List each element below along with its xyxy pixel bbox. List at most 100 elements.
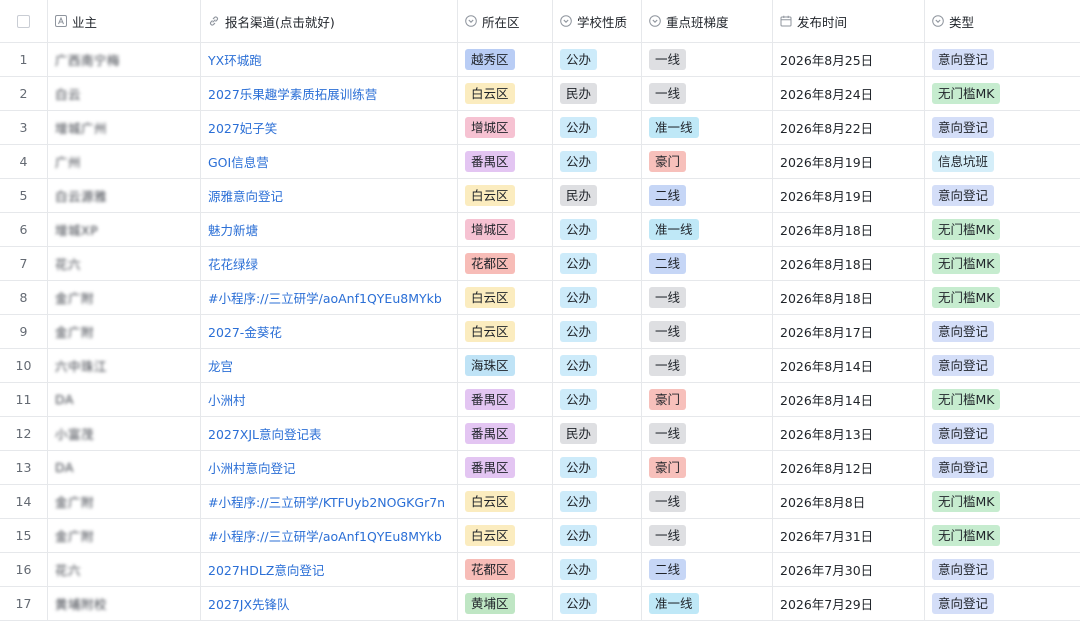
channel-cell[interactable]: 2027HDLZ意向登记 (201, 553, 458, 586)
nature-cell[interactable]: 公办 (553, 213, 642, 246)
table-row[interactable]: 3 增城广州 2027妃子笑 增城区 公办 准一线 2026年8月22日 意向登记 (0, 111, 1080, 145)
column-header-tier[interactable]: 重点班梯度 (642, 0, 773, 42)
channel-cell[interactable]: GOI信息营 (201, 145, 458, 178)
nature-cell[interactable]: 公办 (553, 451, 642, 484)
channel-cell[interactable]: 源雅意向登记 (201, 179, 458, 212)
table-row[interactable]: 6 增城XP 魅力新塘 增城区 公办 准一线 2026年8月18日 无门槛MK (0, 213, 1080, 247)
district-cell[interactable]: 增城区 (458, 111, 553, 144)
table-row[interactable]: 11 DA 小洲村 番禺区 公办 豪门 2026年8月14日 无门槛MK (0, 383, 1080, 417)
channel-cell[interactable]: 2027-金葵花 (201, 315, 458, 348)
column-header-nature[interactable]: 学校性质 (553, 0, 642, 42)
table-row[interactable]: 4 广州 GOI信息营 番禺区 公办 豪门 2026年8月19日 信息坑班 (0, 145, 1080, 179)
date-cell[interactable]: 2026年8月19日 (773, 145, 925, 178)
district-cell[interactable]: 越秀区 (458, 43, 553, 76)
channel-cell[interactable]: 小洲村 (201, 383, 458, 416)
row-index-cell[interactable]: 3 (0, 111, 48, 144)
channel-link[interactable]: #小程序://三立研学/KTFUyb2NOGKGr7n (208, 492, 445, 511)
owner-cell[interactable]: 金广附 (48, 519, 201, 552)
type-cell[interactable]: 意向登记 (925, 553, 1080, 586)
channel-cell[interactable]: 2027妃子笑 (201, 111, 458, 144)
nature-cell[interactable]: 公办 (553, 247, 642, 280)
owner-cell[interactable]: 小富茂 (48, 417, 201, 450)
type-cell[interactable]: 无门槛MK (925, 519, 1080, 552)
date-cell[interactable]: 2026年8月8日 (773, 485, 925, 518)
tier-cell[interactable]: 二线 (642, 179, 773, 212)
row-index-cell[interactable]: 12 (0, 417, 48, 450)
column-header-type[interactable]: 类型 (925, 0, 1080, 42)
tier-cell[interactable]: 一线 (642, 77, 773, 110)
date-cell[interactable]: 2026年8月24日 (773, 77, 925, 110)
date-cell[interactable]: 2026年8月18日 (773, 281, 925, 314)
channel-cell[interactable]: #小程序://三立研学/aoAnf1QYEu8MYkb (201, 519, 458, 552)
date-cell[interactable]: 2026年7月31日 (773, 519, 925, 552)
owner-cell[interactable]: 花六 (48, 553, 201, 586)
channel-cell[interactable]: 花花绿绿 (201, 247, 458, 280)
nature-cell[interactable]: 公办 (553, 349, 642, 382)
date-cell[interactable]: 2026年8月18日 (773, 213, 925, 246)
tier-cell[interactable]: 豪门 (642, 451, 773, 484)
nature-cell[interactable]: 公办 (553, 383, 642, 416)
channel-cell[interactable]: 魅力新塘 (201, 213, 458, 246)
column-header-date[interactable]: 发布时间 (773, 0, 925, 42)
nature-cell[interactable]: 公办 (553, 553, 642, 586)
district-cell[interactable]: 白云区 (458, 485, 553, 518)
tier-cell[interactable]: 二线 (642, 247, 773, 280)
date-cell[interactable]: 2026年8月14日 (773, 349, 925, 382)
owner-cell[interactable]: 花六 (48, 247, 201, 280)
type-cell[interactable]: 意向登记 (925, 587, 1080, 620)
district-cell[interactable]: 花都区 (458, 247, 553, 280)
channel-cell[interactable]: #小程序://三立研学/aoAnf1QYEu8MYkb (201, 281, 458, 314)
channel-link[interactable]: 2027XJL意向登记表 (208, 424, 322, 443)
district-cell[interactable]: 增城区 (458, 213, 553, 246)
type-cell[interactable]: 无门槛MK (925, 213, 1080, 246)
table-row[interactable]: 1 广西南宁梅 YX环城跑 越秀区 公办 一线 2026年8月25日 意向登记 (0, 43, 1080, 77)
district-cell[interactable]: 白云区 (458, 77, 553, 110)
row-index-cell[interactable]: 2 (0, 77, 48, 110)
table-row[interactable]: 12 小富茂 2027XJL意向登记表 番禺区 民办 一线 2026年8月13日 意向登记 (0, 417, 1080, 451)
type-cell[interactable]: 信息坑班 (925, 145, 1080, 178)
nature-cell[interactable]: 民办 (553, 179, 642, 212)
owner-cell[interactable]: 广州 (48, 145, 201, 178)
district-cell[interactable]: 白云区 (458, 519, 553, 552)
channel-link[interactable]: #小程序://三立研学/aoAnf1QYEu8MYkb (208, 526, 442, 545)
type-cell[interactable]: 无门槛MK (925, 485, 1080, 518)
tier-cell[interactable]: 二线 (642, 553, 773, 586)
nature-cell[interactable]: 公办 (553, 281, 642, 314)
channel-link[interactable]: GOI信息营 (208, 152, 269, 171)
table-row[interactable]: 15 金广附 #小程序://三立研学/aoAnf1QYEu8MYkb 白云区 公办 一线 2… (0, 519, 1080, 553)
district-cell[interactable]: 海珠区 (458, 349, 553, 382)
type-cell[interactable]: 意向登记 (925, 315, 1080, 348)
channel-cell[interactable]: 2027乐果趣学素质拓展训练营 (201, 77, 458, 110)
nature-cell[interactable]: 公办 (553, 485, 642, 518)
district-cell[interactable]: 番禺区 (458, 145, 553, 178)
row-index-cell[interactable]: 16 (0, 553, 48, 586)
type-cell[interactable]: 意向登记 (925, 43, 1080, 76)
date-cell[interactable]: 2026年8月13日 (773, 417, 925, 450)
type-cell[interactable]: 无门槛MK (925, 77, 1080, 110)
date-cell[interactable]: 2026年7月30日 (773, 553, 925, 586)
nature-cell[interactable]: 公办 (553, 519, 642, 552)
channel-link[interactable]: 源雅意向登记 (208, 186, 283, 205)
channel-cell[interactable]: 2027JX先锋队 (201, 587, 458, 620)
district-cell[interactable]: 白云区 (458, 315, 553, 348)
owner-cell[interactable]: 黄埔附校 (48, 587, 201, 620)
tier-cell[interactable]: 准一线 (642, 213, 773, 246)
nature-cell[interactable]: 公办 (553, 43, 642, 76)
channel-link[interactable]: 小洲村 (208, 390, 246, 409)
row-index-cell[interactable]: 14 (0, 485, 48, 518)
date-cell[interactable]: 2026年8月18日 (773, 247, 925, 280)
nature-cell[interactable]: 公办 (553, 111, 642, 144)
tier-cell[interactable]: 豪门 (642, 383, 773, 416)
select-all-cell[interactable] (0, 0, 48, 42)
owner-cell[interactable]: 金广附 (48, 281, 201, 314)
nature-cell[interactable]: 公办 (553, 145, 642, 178)
column-header-channel[interactable]: 报名渠道(点击就好) (201, 0, 458, 42)
district-cell[interactable]: 白云区 (458, 179, 553, 212)
district-cell[interactable]: 白云区 (458, 281, 553, 314)
table-row[interactable]: 7 花六 花花绿绿 花都区 公办 二线 2026年8月18日 无门槛MK (0, 247, 1080, 281)
type-cell[interactable]: 无门槛MK (925, 247, 1080, 280)
row-index-cell[interactable]: 1 (0, 43, 48, 76)
column-header-owner[interactable]: 业主 (48, 0, 201, 42)
tier-cell[interactable]: 准一线 (642, 587, 773, 620)
channel-link[interactable]: 花花绿绿 (208, 254, 258, 273)
